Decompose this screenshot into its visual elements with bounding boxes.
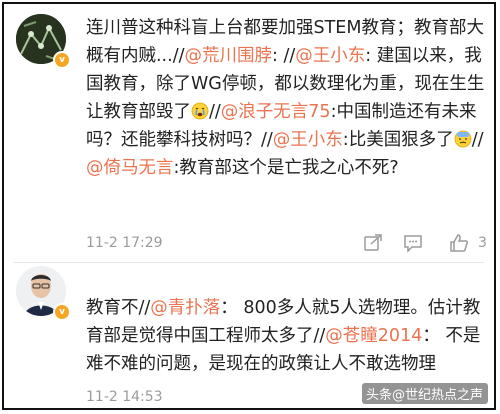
comment-meta: 11-2 17:29 3: [86, 233, 487, 255]
share-icon[interactable]: [362, 233, 384, 253]
like-icon[interactable]: [448, 233, 470, 253]
comment-text: 连川普这种科盲上台都要加强STEM教育；教育部大概有内贼...//@荒川围脖: …: [86, 14, 488, 182]
user-mention-link[interactable]: @浪子无言75: [221, 102, 331, 122]
user-mention-link[interactable]: @倚马无言: [86, 158, 174, 178]
user-mention-link[interactable]: @王小东: [295, 46, 365, 66]
like-count: 3: [478, 235, 487, 251]
user-mention-link[interactable]: @王小东: [273, 130, 343, 150]
user-mention-link[interactable]: @苍瞳2014: [325, 326, 422, 346]
comment-text-segment: //: [471, 130, 484, 150]
verified-badge-icon: v: [53, 51, 71, 69]
comment-text-segment: //: [209, 102, 221, 122]
comment-text-segment: 教育不//: [86, 298, 151, 318]
verified-badge-icon: v: [53, 303, 71, 321]
sweat-emoji-icon: [454, 129, 472, 148]
weibo-comment-list: v 连川普这种科盲上台都要加强STEM教育；教育部大概有内贼...//@荒川围脖…: [2, 2, 496, 410]
crying-emoji-icon: [191, 101, 209, 120]
comment-text-segment: : //: [271, 46, 296, 66]
user-mention-link[interactable]: @青扑落: [150, 298, 220, 318]
comment-timestamp: 11-2 14:53: [86, 389, 163, 405]
user-mention-link[interactable]: @荒川围脖: [184, 46, 272, 66]
comment-text-segment: :比美国狠多了: [342, 130, 454, 150]
comment-icon[interactable]: [402, 233, 424, 253]
comment-timestamp: 11-2 17:29: [86, 235, 163, 251]
divider: [14, 262, 484, 263]
watermark: 头条@世纪热点之声: [361, 383, 488, 404]
comment-text: 教育不//@青扑落： 800多人就5人选物理。估计教育部是觉得中国工程师太多了/…: [86, 294, 488, 378]
comment-text-segment: :教育部这个是亡我之心不死?: [173, 158, 399, 178]
